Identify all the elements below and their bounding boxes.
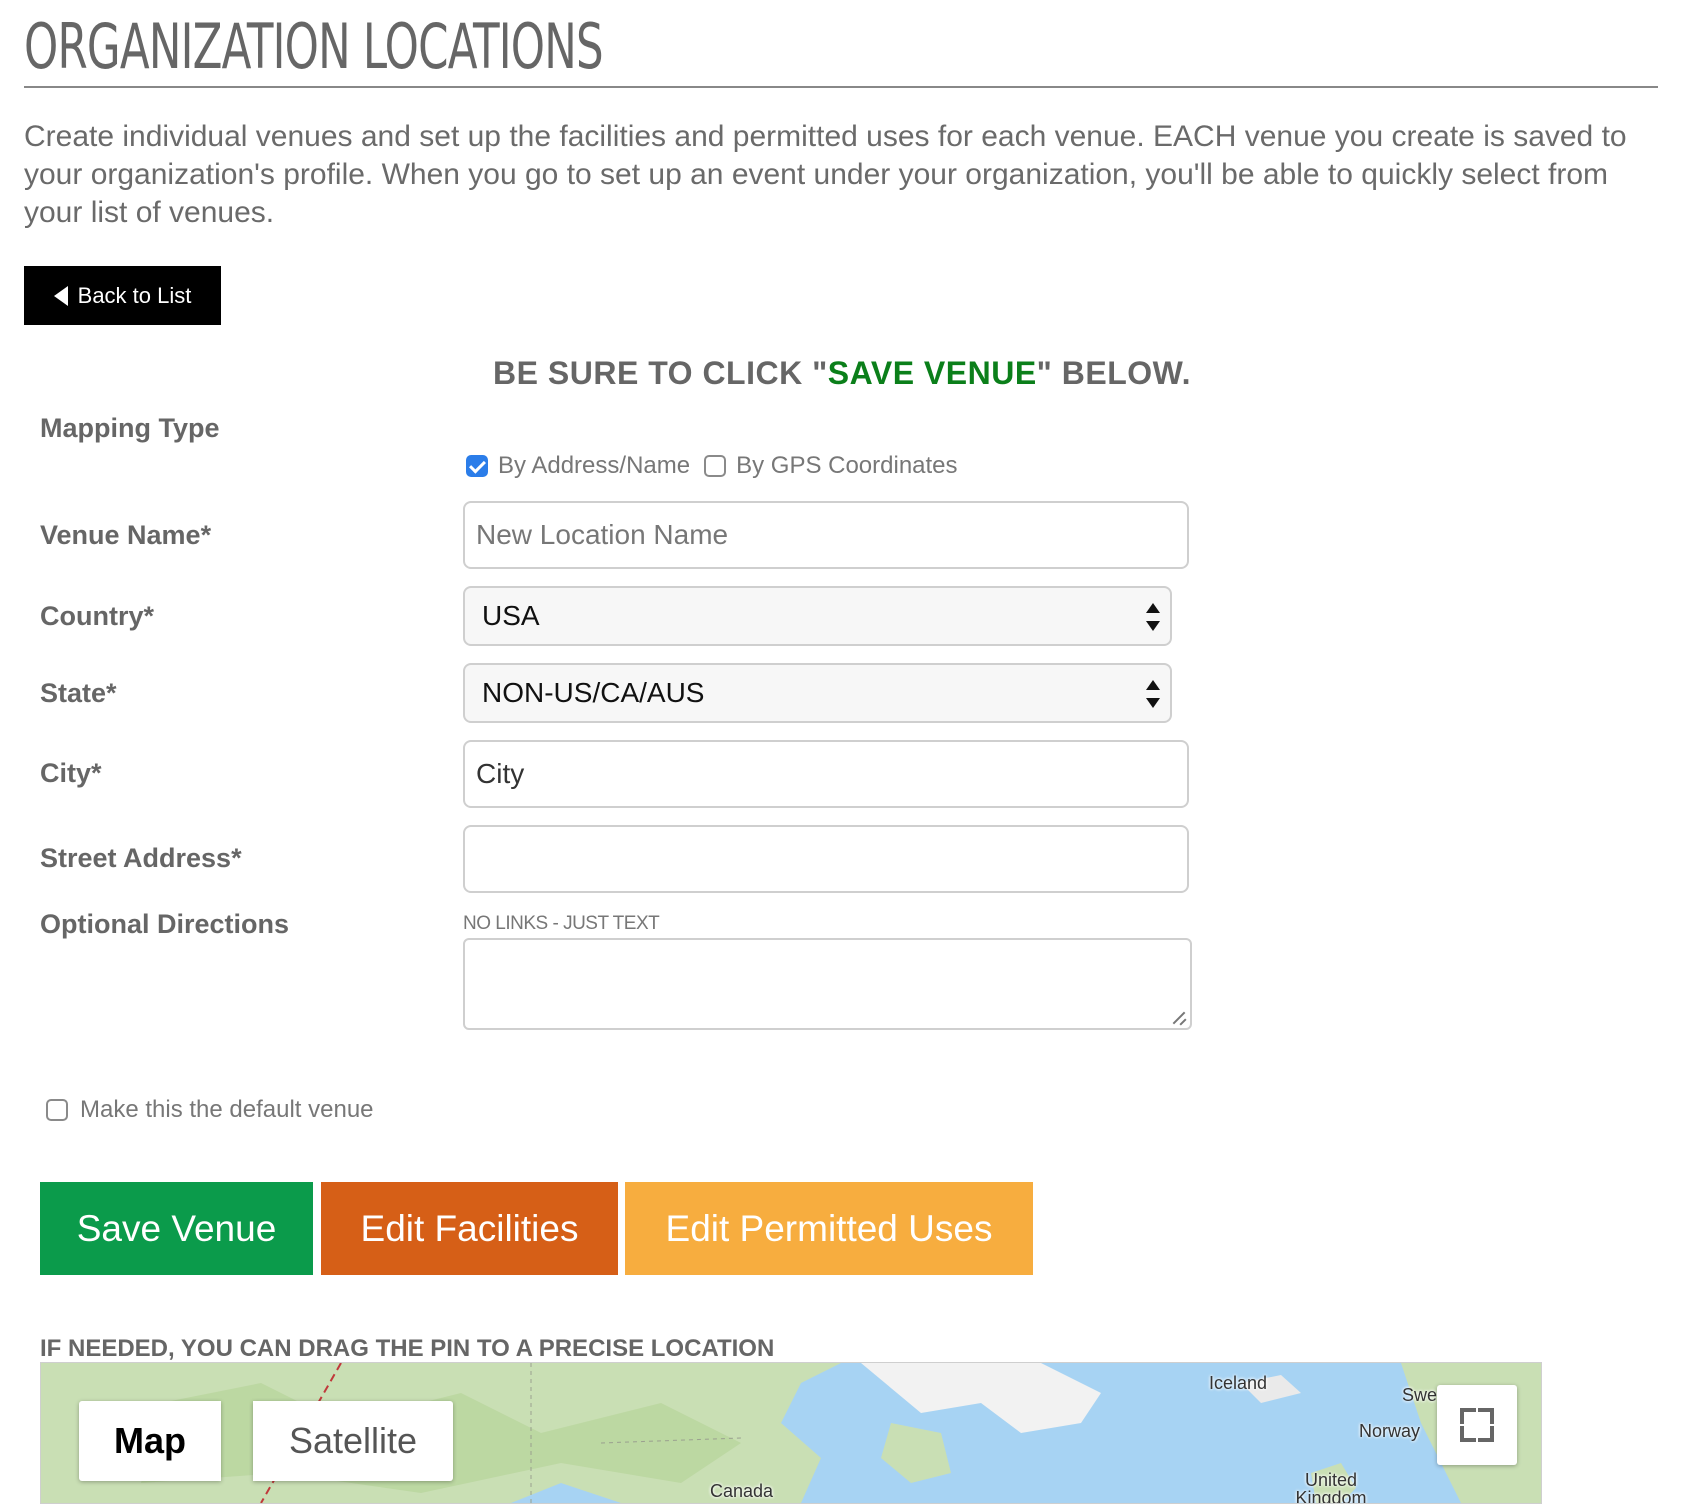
country-select[interactable]: USA xyxy=(463,586,1172,646)
page-title: ORGANIZATION LOCATIONS xyxy=(24,10,604,83)
country-label: Country* xyxy=(40,601,154,631)
map-label-sweden: Swe xyxy=(1402,1385,1438,1405)
title-divider xyxy=(24,86,1658,88)
resize-grip-icon[interactable] xyxy=(1173,1011,1187,1025)
default-venue-row: Make this the default venue xyxy=(46,1096,374,1124)
save-venue-button[interactable]: Save Venue xyxy=(40,1182,313,1275)
city-input[interactable]: City xyxy=(463,740,1189,808)
by-address-checkbox[interactable] xyxy=(466,455,488,477)
venue-name-label: Venue Name* xyxy=(40,520,212,550)
caret-left-icon xyxy=(53,285,68,306)
map-label-norway: Norway xyxy=(1359,1421,1421,1441)
edit-facilities-button[interactable]: Edit Facilities xyxy=(321,1182,618,1275)
select-arrows-icon xyxy=(1146,680,1160,708)
map-label-uk: United Kingdom xyxy=(1295,1470,1367,1504)
map-label-iceland: Iceland xyxy=(1209,1373,1268,1393)
directions-hint: NO LINKS - JUST TEXT xyxy=(463,913,660,934)
state-select[interactable]: NON-US/CA/AUS xyxy=(463,663,1172,723)
state-selected-value: NON-US/CA/AUS xyxy=(482,677,705,708)
intro-text: Create individual venues and set up the … xyxy=(24,120,1627,229)
mapping-type-options: By Address/Name By GPS Coordinates xyxy=(466,452,958,480)
map-label-canada: Canada xyxy=(710,1481,774,1501)
map-view-tab[interactable]: Map xyxy=(79,1401,221,1481)
street-address-input[interactable] xyxy=(463,825,1189,893)
edit-permitted-uses-button[interactable]: Edit Permitted Uses xyxy=(625,1182,1033,1275)
by-gps-label: By GPS Coordinates xyxy=(736,452,958,479)
back-to-list-button[interactable]: Back to List xyxy=(24,266,221,325)
save-reminder-suffix: " BELOW. xyxy=(1036,355,1191,391)
back-to-list-label: Back to List xyxy=(77,282,192,308)
optional-directions-label: Optional Directions xyxy=(40,909,290,939)
by-address-label: By Address/Name xyxy=(498,452,691,479)
save-reminder: BE SURE TO CLICK "SAVE VENUE" BELOW. xyxy=(0,355,1684,392)
location-map[interactable]: Iceland Swe Norway United Kingdom Canada… xyxy=(40,1362,1542,1504)
mapping-type-label: Mapping Type xyxy=(40,413,220,443)
default-venue-checkbox[interactable] xyxy=(46,1099,68,1121)
street-address-label: Street Address* xyxy=(40,843,242,873)
fullscreen-button[interactable] xyxy=(1437,1385,1517,1465)
default-venue-label: Make this the default venue xyxy=(80,1096,374,1123)
country-selected-value: USA xyxy=(482,600,540,631)
save-reminder-prefix: BE SURE TO CLICK " xyxy=(493,355,828,391)
map-instruction: IF NEEDED, YOU CAN DRAG THE PIN TO A PRE… xyxy=(40,1335,775,1362)
satellite-view-tab[interactable]: Satellite xyxy=(253,1401,453,1481)
select-arrows-icon xyxy=(1146,603,1160,631)
venue-name-input[interactable]: New Location Name xyxy=(463,501,1189,569)
directions-textarea[interactable] xyxy=(463,938,1192,1030)
save-reminder-highlight: SAVE VENUE xyxy=(827,355,1037,391)
by-gps-checkbox[interactable] xyxy=(704,455,727,477)
state-label: State* xyxy=(40,678,117,708)
city-label: City* xyxy=(40,758,102,788)
